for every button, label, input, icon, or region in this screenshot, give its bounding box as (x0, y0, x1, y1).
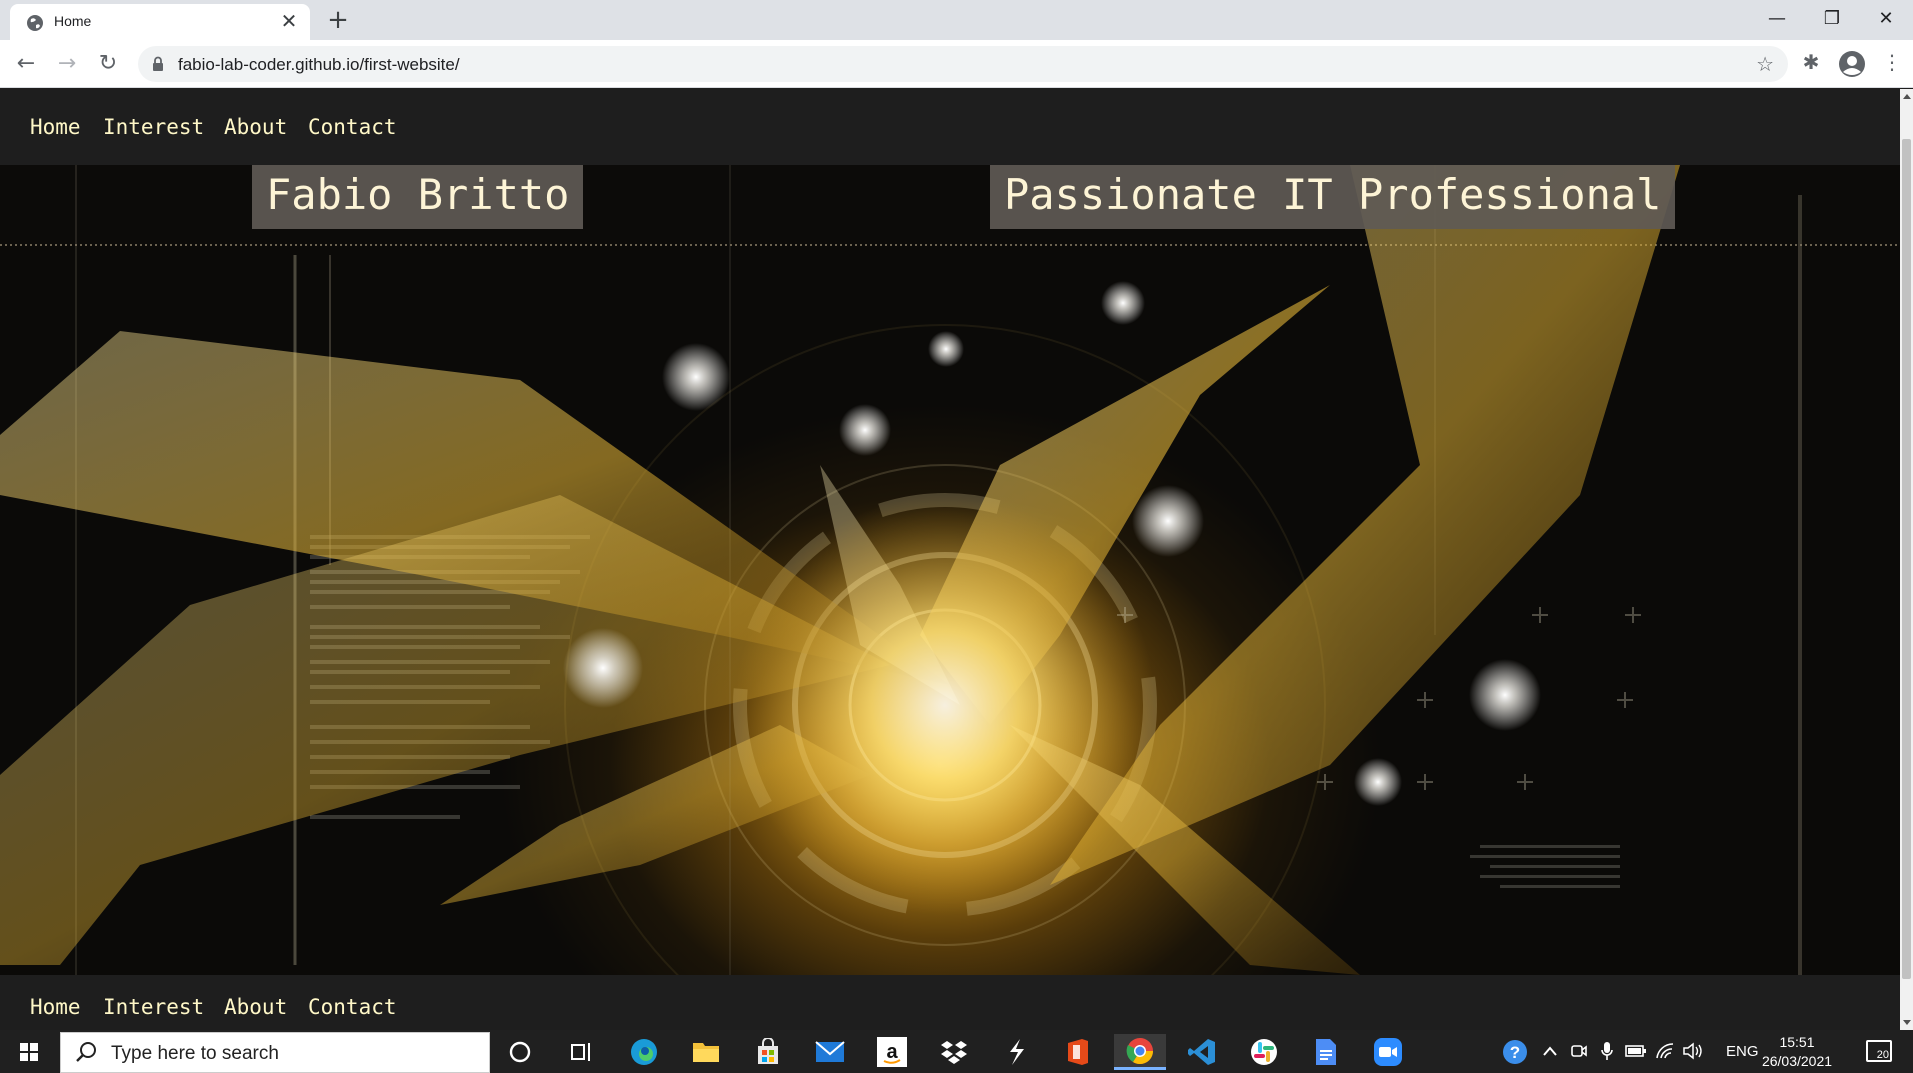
site-nav-top: Home Interest About Contact (0, 89, 1900, 165)
task-view-icon[interactable] (556, 1034, 608, 1070)
page-scrollbar[interactable] (1900, 89, 1913, 1030)
minimize-button[interactable]: — (1757, 4, 1797, 34)
reload-icon[interactable]: ↻ (94, 50, 122, 78)
visual-studio-icon[interactable] (990, 1034, 1042, 1070)
cortana-icon[interactable] (494, 1034, 546, 1070)
vscode-icon[interactable] (1176, 1034, 1228, 1070)
taskbar-search-box[interactable]: Type here to search (60, 1032, 490, 1073)
nav-link-contact[interactable]: Contact (308, 115, 397, 139)
browser-tab[interactable]: Home ✕ (10, 4, 310, 40)
url-text: fabio-lab-coder.github.io/first-website/ (178, 55, 460, 74)
scroll-up-icon[interactable] (1903, 94, 1911, 99)
tab-close-icon[interactable]: ✕ (278, 10, 300, 32)
file-explorer-icon[interactable] (680, 1034, 732, 1070)
svg-text:?: ? (1510, 1043, 1520, 1062)
browser-tab-bar: Home ✕ + — ❐ ✕ (0, 0, 1913, 40)
nav-link-home[interactable]: Home (30, 115, 81, 139)
nav-link-about[interactable]: About (224, 115, 287, 139)
clock-date: 26/03/2021 (1761, 1053, 1833, 1069)
clock-time: 15:51 (1779, 1034, 1815, 1050)
hero-name: Fabio Britto (252, 165, 584, 229)
zoom-icon[interactable] (1362, 1034, 1414, 1070)
globe-icon (27, 15, 43, 31)
new-tab-button[interactable]: + (324, 6, 352, 34)
battery-icon[interactable] (1625, 1044, 1647, 1058)
tab-title: Home (54, 13, 92, 29)
close-window-button[interactable]: ✕ (1866, 4, 1906, 34)
lock-icon (153, 56, 163, 71)
chrome-icon[interactable] (1114, 1034, 1166, 1070)
extensions-icon[interactable]: ✱ (1797, 50, 1825, 78)
search-icon (76, 1042, 96, 1062)
footer-link-interest[interactable]: Interest (103, 995, 204, 1019)
dropbox-icon[interactable] (928, 1034, 980, 1070)
bookmark-star-icon[interactable]: ☆ (1756, 52, 1774, 76)
windows-start-icon[interactable] (0, 1030, 58, 1073)
footer-link-about[interactable]: About (224, 995, 287, 1019)
office-icon[interactable] (1052, 1034, 1104, 1070)
notification-count: 20 (1876, 1049, 1889, 1061)
scroll-down-icon[interactable] (1903, 1020, 1911, 1025)
footer-link-home[interactable]: Home (30, 995, 81, 1019)
search-placeholder: Type here to search (111, 1043, 279, 1064)
edge-icon[interactable] (618, 1034, 670, 1070)
address-bar[interactable]: fabio-lab-coder.github.io/first-website/… (138, 46, 1788, 82)
chevron-up-icon[interactable] (1542, 1044, 1558, 1058)
slack-icon[interactable] (1238, 1034, 1290, 1070)
back-icon[interactable]: ← (12, 50, 40, 78)
browser-menu-icon[interactable]: ⋮ (1878, 50, 1906, 78)
page-viewport: Home Interest About Contact Fabio Britto… (0, 89, 1900, 1030)
meet-now-icon[interactable] (1570, 1042, 1588, 1060)
hero-section: Fabio Britto Passionate IT Professional (0, 165, 1900, 975)
microphone-icon[interactable] (1600, 1041, 1614, 1061)
browser-toolbar: ← → ↻ fabio-lab-coder.github.io/first-we… (0, 40, 1913, 88)
volume-icon[interactable] (1682, 1042, 1704, 1060)
taskbar-clock[interactable]: 15:51 26/03/2021 (1752, 1033, 1842, 1071)
svg-text:a: a (886, 1041, 898, 1063)
site-nav-bottom: Home Interest About Contact (0, 975, 1900, 1030)
profile-avatar-icon[interactable] (1838, 50, 1866, 78)
windows-taskbar: Type here to search a ? ENG 15:51 26/03/… (0, 1030, 1913, 1073)
hero-background-image (0, 165, 1900, 975)
microsoft-store-icon[interactable] (742, 1034, 794, 1070)
help-icon[interactable]: ? (1502, 1039, 1528, 1065)
wifi-icon[interactable] (1655, 1042, 1675, 1060)
notification-center-icon[interactable]: 20 (1866, 1040, 1892, 1062)
restore-button[interactable]: ❐ (1812, 4, 1852, 34)
forward-icon[interactable]: → (53, 50, 81, 78)
docs-icon[interactable] (1300, 1034, 1352, 1070)
nav-link-interest[interactable]: Interest (103, 115, 204, 139)
mail-icon[interactable] (804, 1034, 856, 1070)
scrollbar-thumb[interactable] (1902, 139, 1911, 979)
amazon-icon[interactable]: a (866, 1034, 918, 1070)
footer-link-contact[interactable]: Contact (308, 995, 397, 1019)
hero-tagline: Passionate IT Professional (990, 165, 1676, 229)
